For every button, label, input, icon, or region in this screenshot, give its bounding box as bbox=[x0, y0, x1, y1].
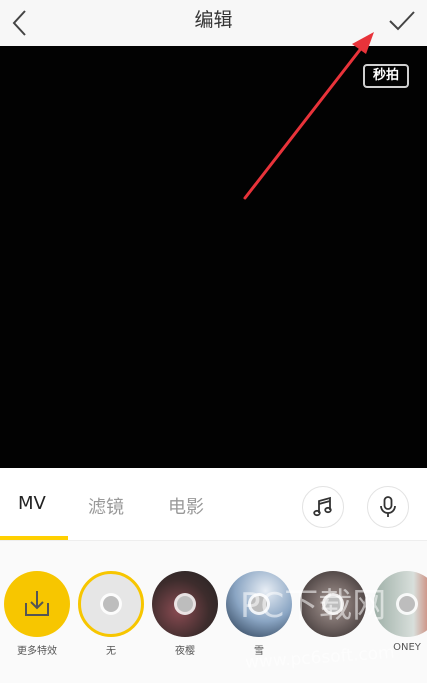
effect-item-5[interactable] bbox=[300, 571, 366, 642]
effect-label: 雪 bbox=[254, 646, 264, 657]
checkmark-icon bbox=[389, 11, 415, 31]
effect-label: 更多特效 bbox=[17, 646, 57, 657]
tab-movie[interactable]: 电影 bbox=[168, 493, 204, 519]
disc-hole bbox=[325, 596, 341, 612]
confirm-button[interactable] bbox=[385, 4, 419, 38]
effect-none[interactable]: 无 bbox=[78, 571, 144, 657]
disc-hole bbox=[251, 596, 267, 612]
effect-label: 无 bbox=[106, 646, 116, 657]
video-preview[interactable] bbox=[0, 46, 427, 468]
tab-bar: MV 滤镜 电影 bbox=[0, 468, 427, 540]
top-bar: 编辑 bbox=[0, 0, 427, 46]
effects-strip: 更多特效 无 夜樱 雪 ONEY bbox=[0, 541, 427, 683]
effect-disc bbox=[226, 571, 292, 637]
effect-disc bbox=[152, 571, 218, 637]
music-button[interactable] bbox=[302, 486, 344, 528]
disc-hole bbox=[177, 596, 193, 612]
effect-disc bbox=[300, 571, 366, 637]
effect-disc bbox=[78, 571, 144, 637]
effect-disc bbox=[374, 571, 427, 637]
effect-oney[interactable]: ONEY bbox=[374, 571, 427, 653]
tab-filter[interactable]: 滤镜 bbox=[88, 493, 124, 519]
music-note-icon bbox=[313, 496, 332, 517]
download-icon bbox=[25, 591, 49, 616]
effect-snow[interactable]: 雪 bbox=[226, 571, 292, 657]
page-title: 编辑 bbox=[194, 9, 233, 31]
tab-mv[interactable]: MV bbox=[18, 493, 46, 514]
disc-hole bbox=[103, 596, 119, 612]
effect-label: ONEY bbox=[393, 642, 421, 653]
miaopai-badge: 秒拍 bbox=[363, 64, 409, 88]
effect-more[interactable]: 更多特效 bbox=[4, 571, 70, 657]
effect-label: 夜樱 bbox=[175, 646, 195, 657]
more-effects-disc bbox=[4, 571, 70, 637]
microphone-button[interactable] bbox=[367, 486, 409, 528]
effect-night-sakura[interactable]: 夜樱 bbox=[152, 571, 218, 657]
disc-hole bbox=[399, 596, 415, 612]
microphone-icon bbox=[380, 496, 396, 517]
